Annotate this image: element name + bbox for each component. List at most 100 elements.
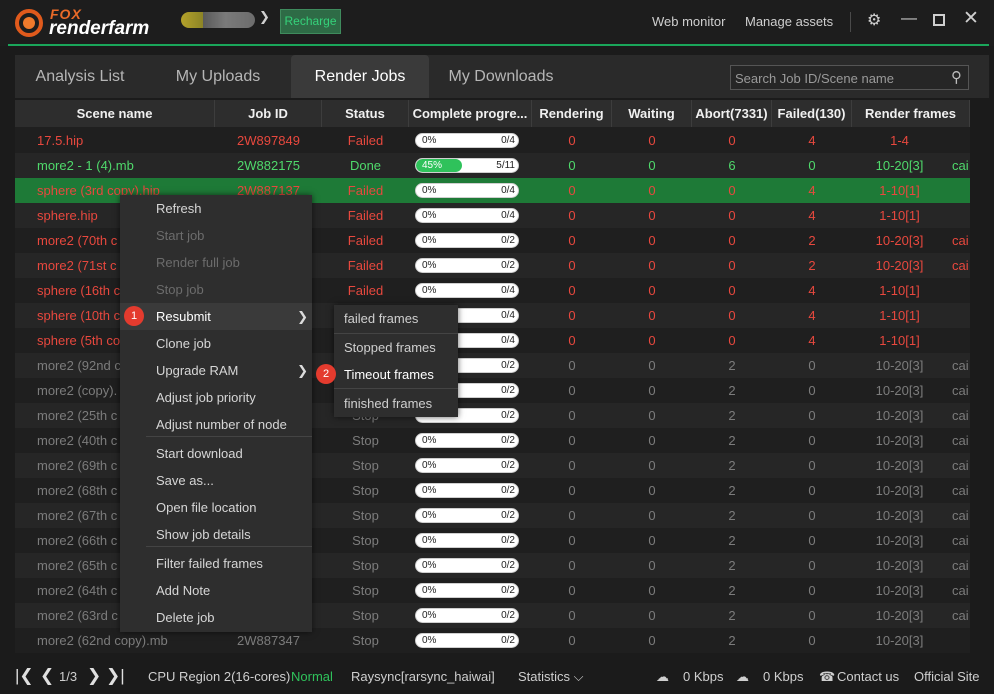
menu-item-delete-job[interactable]: Delete job [120, 604, 312, 631]
menu-item-open-file-location[interactable]: Open file location [120, 494, 312, 521]
rendering-cell: 0 [568, 333, 576, 348]
menu-item-label: Clone job [156, 336, 211, 351]
menu-item-render-full-job[interactable]: Render full job [120, 249, 312, 276]
web-monitor-link[interactable]: Web monitor [652, 14, 725, 29]
recharge-button[interactable]: Recharge [280, 9, 341, 34]
column-header[interactable]: Waiting [612, 100, 692, 127]
statistics-dropdown[interactable]: Statistics ⌵ [518, 669, 583, 685]
menu-item-show-job-details[interactable]: Show job details [120, 521, 312, 548]
menu-item-save-as[interactable]: Save as... [120, 467, 312, 494]
column-header[interactable]: Job ID [215, 100, 322, 127]
render-frames-cell: 1-4 [890, 133, 909, 148]
camera-cell [952, 278, 970, 303]
official-site-link[interactable]: Official Site [914, 669, 980, 684]
progress-percent: 0% [422, 185, 437, 196]
failed-count-cell: 4 [808, 308, 816, 323]
submenu-item-failed-frames[interactable]: failed frames [334, 305, 458, 332]
render-frames-cell: 1-10[1] [879, 183, 920, 198]
maximize-icon[interactable] [933, 14, 945, 26]
menu-item-label: Refresh [156, 201, 202, 216]
column-header[interactable]: Complete progre... [409, 100, 532, 127]
menu-item-adjust-job-priority[interactable]: Adjust job priority [120, 384, 312, 411]
menu-item-start-job[interactable]: Start job [120, 222, 312, 249]
user-account-pill[interactable] [181, 12, 255, 28]
menu-divider [146, 546, 312, 547]
minimize-icon[interactable]: — [901, 9, 917, 29]
search-box: ⚲ [730, 65, 969, 90]
progress-frames: 0/2 [501, 235, 515, 246]
progress-percent: 0% [422, 585, 437, 596]
logo-text-bottom: renderfarm [49, 18, 150, 39]
render-frames-cell: 10-20[3] [875, 158, 924, 173]
abort-cell: 0 [728, 258, 736, 273]
tab-analysis-list[interactable]: Analysis List [15, 55, 145, 98]
column-header[interactable]: Status [322, 100, 409, 127]
camera-cell: cai [952, 158, 969, 173]
waiting-cell: 0 [648, 483, 656, 498]
rendering-cell: 0 [568, 233, 576, 248]
rendering-cell: 0 [568, 583, 576, 598]
status-cell: Stop [352, 458, 379, 473]
column-header[interactable]: Failed(130) [772, 100, 852, 127]
progress-percent: 0% [422, 235, 437, 246]
column-header[interactable]: Render frames [852, 100, 970, 127]
render-frames-cell: 10-20[3] [875, 583, 924, 598]
submenu-item-stopped-frames[interactable]: Stopped frames [334, 334, 458, 361]
last-page-icon[interactable]: ❯| [106, 666, 125, 686]
manage-assets-link[interactable]: Manage assets [745, 14, 833, 29]
progress-bar: 0% 0/2 [415, 433, 519, 448]
camera-cell: cai [952, 583, 969, 598]
failed-count-cell: 0 [808, 458, 816, 473]
table-row[interactable]: 17.5.hip 2W897849 Failed 0 0 0 4 1-4 0% 0/4 [15, 128, 970, 153]
prev-page-icon[interactable]: ❮ [40, 666, 54, 686]
column-header[interactable]: Abort(7331) [692, 100, 772, 127]
statistics-label: Statistics [518, 669, 571, 684]
menu-item-filter-failed-frames[interactable]: Filter failed frames [120, 550, 312, 577]
camera-cell: cai [952, 533, 969, 548]
tab-my-uploads[interactable]: My Uploads [153, 55, 283, 98]
column-header[interactable]: Scene name [15, 100, 215, 127]
menu-item-adjust-number-of-node[interactable]: Adjust number of node [120, 411, 312, 438]
table-row[interactable]: more2 - 1 (4).mb 2W882175 Done 0 0 6 0 10-20[3]… [15, 153, 970, 178]
menu-item-refresh[interactable]: Refresh [120, 195, 312, 222]
progress-percent: 0% [422, 135, 437, 146]
gear-icon[interactable]: ⚙ [867, 11, 881, 31]
progress-frames: 0/2 [501, 410, 515, 421]
rendering-cell: 0 [568, 408, 576, 423]
tab-my-downloads[interactable]: My Downloads [429, 55, 573, 98]
menu-item-resubmit[interactable]: Resubmit ❯ 1 [120, 303, 312, 330]
render-frames-cell: 10-20[3] [875, 508, 924, 523]
progress-frames: 0/4 [501, 285, 515, 296]
close-icon[interactable]: ✕ [963, 9, 979, 29]
chevron-down-icon[interactable]: ❯ [259, 9, 270, 25]
menu-item-label: Save as... [156, 473, 214, 488]
camera-cell [952, 178, 970, 203]
progress-bar: 45% 5/11 [415, 158, 519, 173]
failed-count-cell: 0 [808, 508, 816, 523]
step-badge: 2 [316, 364, 336, 384]
menu-item-stop-job[interactable]: Stop job [120, 276, 312, 303]
status-cell: Stop [352, 483, 379, 498]
menu-item-label: Render full job [156, 255, 240, 270]
submenu-item-timeout-frames[interactable]: Timeout frames [334, 361, 458, 388]
search-icon[interactable]: ⚲ [951, 68, 962, 86]
menu-item-add-note[interactable]: Add Note [120, 577, 312, 604]
submenu-divider [334, 333, 458, 334]
render-frames-cell: 10-20[3] [875, 408, 924, 423]
failed-count-cell: 0 [808, 583, 816, 598]
progress-frames: 0/2 [501, 435, 515, 446]
menu-item-clone-job[interactable]: Clone job [120, 330, 312, 357]
progress-frames: 0/2 [501, 585, 515, 596]
next-page-icon[interactable]: ❯ [87, 666, 101, 686]
column-header[interactable]: Rendering [532, 100, 612, 127]
failed-count-cell: 0 [808, 633, 816, 648]
contact-us-link[interactable]: Contact us [837, 669, 899, 684]
first-page-icon[interactable]: |❮ [15, 666, 34, 686]
search-input[interactable] [735, 68, 940, 88]
abort-cell: 2 [728, 558, 736, 573]
menu-item-start-download[interactable]: Start download [120, 440, 312, 467]
waiting-cell: 0 [648, 433, 656, 448]
menu-item-upgrade-ram[interactable]: Upgrade RAM ❯ [120, 357, 312, 384]
tab-render-jobs[interactable]: Render Jobs [291, 55, 429, 98]
submenu-item-finished-frames[interactable]: finished frames [334, 390, 458, 417]
